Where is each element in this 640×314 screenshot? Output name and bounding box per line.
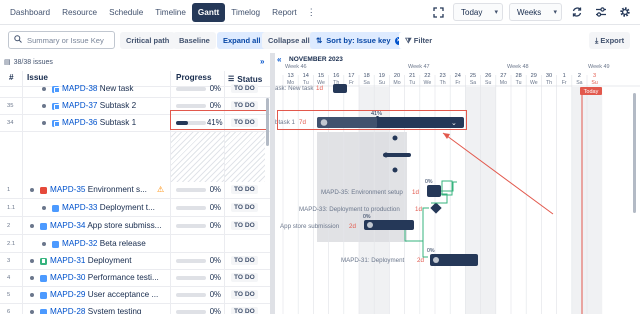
- annotation-arrow: [442, 132, 554, 215]
